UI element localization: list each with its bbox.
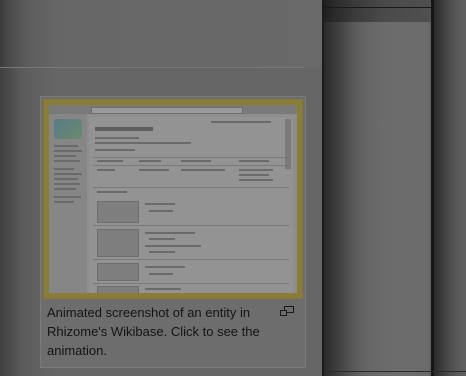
- thumbnail-figure: Animated screenshot of an entity in Rhiz…: [40, 96, 306, 368]
- right-panel-bottom-rule: [324, 371, 466, 372]
- far-right-panel: [434, 0, 466, 376]
- thumbnail-image-link[interactable]: [43, 99, 303, 299]
- thumbnail-caption: Animated screenshot of an entity in Rhiz…: [47, 305, 260, 358]
- thumb-url-field: [91, 107, 243, 114]
- thumb-sidebar: [49, 114, 87, 293]
- thumb-logo: [54, 119, 82, 139]
- magnify-clip-icon[interactable]: [280, 303, 294, 316]
- page-header-region: [0, 0, 322, 68]
- section-divider: [0, 67, 304, 68]
- thumbnail-image: [49, 105, 297, 293]
- screen: Animated screenshot of an entity in Rhiz…: [0, 0, 466, 376]
